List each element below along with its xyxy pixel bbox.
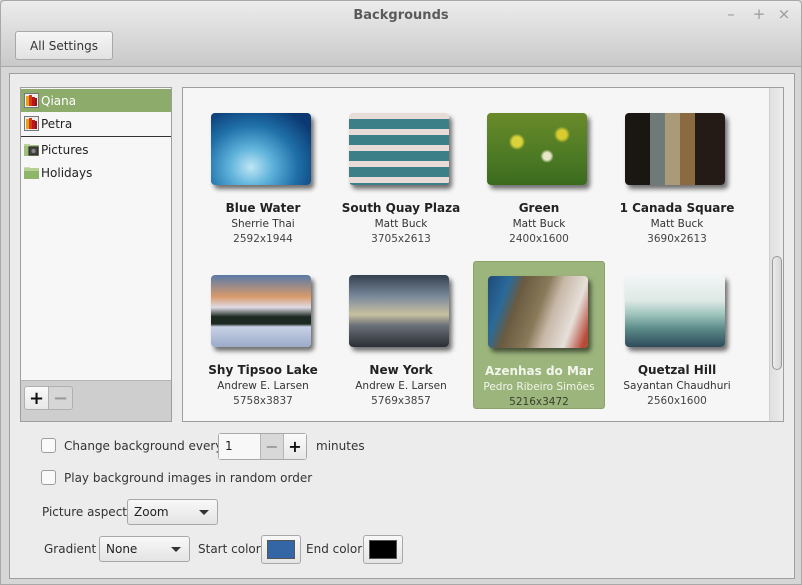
sidebar-item-qiana[interactable]: Qiana	[21, 89, 171, 112]
wallpaper-tile[interactable]: South Quay Plaza Matt Buck 3705x2613	[335, 99, 467, 247]
end-color-label: End color	[306, 542, 363, 556]
sidebar-item-petra[interactable]: Petra	[21, 112, 171, 135]
wallpaper-thumbnail	[211, 275, 311, 347]
sidebar-separator	[21, 136, 171, 137]
wallpaper-thumbnail	[488, 276, 588, 348]
wallpaper-author: Sayantan Chaudhuri	[623, 380, 731, 392]
close-button[interactable]: ×	[776, 5, 792, 23]
wallpaper-author: Matt Buck	[650, 218, 704, 230]
scrollbar-thumb[interactable]	[772, 256, 782, 370]
folder-icon	[24, 167, 39, 179]
wallpaper-name: South Quay Plaza	[341, 201, 461, 215]
interval-decrement-button[interactable]: −	[260, 434, 283, 459]
sidebar-item-label: Petra	[41, 116, 73, 131]
sidebar-item-pictures[interactable]: Pictures	[21, 138, 171, 161]
wallpaper-resolution: 3705x2613	[371, 233, 431, 245]
wallpaper-name: Green	[518, 201, 560, 215]
start-color-button[interactable]	[261, 535, 301, 564]
wallpaper-tile[interactable]: New York Andrew E. Larsen 5769x3857	[335, 261, 467, 409]
end-color-button[interactable]	[363, 535, 403, 564]
collection-sidebar: Qiana Petra Pictures Holidays	[20, 87, 172, 422]
change-background-label: Change background every	[64, 438, 223, 453]
wallpaper-collection-icon	[24, 116, 39, 131]
wallpaper-tile[interactable]: 1 Canada Square Matt Buck 3690x2613	[611, 99, 743, 247]
sidebar-item-label: Holidays	[41, 165, 93, 180]
sidebar-item-label: Qiana	[41, 93, 77, 108]
gallery-scrollbar[interactable]	[769, 88, 783, 421]
wallpaper-collection-icon	[24, 93, 39, 108]
wallpaper-tile[interactable]: Shy Tipsoo Lake Andrew E. Larsen 5758x38…	[197, 261, 329, 409]
wallpaper-name: 1 Canada Square	[619, 201, 735, 215]
start-color-swatch	[267, 540, 295, 559]
pictures-folder-icon	[24, 144, 39, 156]
chevron-down-icon	[171, 547, 181, 552]
wallpaper-resolution: 2560x1600	[647, 395, 707, 407]
random-order-option[interactable]: Play background images in random order	[41, 470, 312, 485]
wallpaper-author: Andrew E. Larsen	[217, 380, 309, 392]
wallpaper-resolution: 2400x1600	[509, 233, 569, 245]
wallpaper-author: Matt Buck	[374, 218, 428, 230]
wallpaper-author: Matt Buck	[512, 218, 566, 230]
sidebar-item-label: Pictures	[41, 142, 89, 157]
wallpaper-resolution: 5216x3472	[509, 396, 569, 408]
interval-unit-label: minutes	[316, 439, 365, 453]
maximize-button[interactable]: +	[751, 5, 767, 23]
wallpaper-thumbnail	[211, 113, 311, 185]
wallpaper-name: Quetzal Hill	[637, 363, 717, 377]
picture-aspect-value: Zoom	[134, 505, 169, 519]
wallpaper-thumbnail	[487, 113, 587, 185]
wallpaper-resolution: 5769x3857	[371, 395, 431, 407]
window-title: Backgrounds	[353, 8, 449, 23]
chevron-down-icon	[199, 510, 209, 515]
interval-stepper[interactable]: 1 − +	[218, 433, 307, 460]
wallpaper-tile[interactable]: Quetzal Hill Sayantan Chaudhuri 2560x160…	[611, 261, 743, 409]
all-settings-button[interactable]: All Settings	[15, 31, 113, 60]
interval-increment-button[interactable]: +	[283, 434, 306, 459]
gradient-label: Gradient	[44, 542, 97, 556]
random-order-checkbox[interactable]	[41, 470, 56, 485]
wallpaper-tile[interactable]: Green Matt Buck 2400x1600	[473, 99, 605, 247]
wallpaper-resolution: 2592x1944	[233, 233, 293, 245]
wallpaper-resolution: 5758x3837	[233, 395, 293, 407]
wallpaper-tile[interactable]: Blue Water Sherrie Thai 2592x1944	[197, 99, 329, 247]
change-background-checkbox[interactable]	[41, 438, 56, 453]
change-background-option[interactable]: Change background every	[41, 438, 222, 453]
end-color-swatch	[369, 540, 397, 559]
wallpaper-name: Shy Tipsoo Lake	[208, 363, 318, 377]
wallpaper-thumbnail	[625, 113, 725, 185]
content-area: Qiana Petra Pictures Holidays + − Blue W…	[9, 73, 795, 579]
random-order-label: Play background images in random order	[64, 470, 313, 485]
gradient-value: None	[106, 542, 138, 556]
minimize-button[interactable]: –	[723, 5, 739, 23]
gradient-dropdown[interactable]: None	[99, 536, 190, 562]
start-color-label: Start color	[198, 542, 261, 556]
remove-folder-button[interactable]: −	[48, 386, 73, 410]
wallpaper-thumbnail	[349, 275, 449, 347]
backgrounds-window: Backgrounds – + × All Settings Qiana Pet…	[0, 0, 802, 585]
wallpaper-name: Azenhas do Mar	[485, 364, 593, 378]
sidebar-item-holidays[interactable]: Holidays	[21, 161, 171, 184]
title-bar: Backgrounds – + × All Settings	[1, 1, 801, 67]
wallpaper-name: Blue Water	[225, 201, 301, 215]
picture-aspect-dropdown[interactable]: Zoom	[127, 499, 218, 525]
wallpaper-gallery: Blue Water Sherrie Thai 2592x1944 South …	[182, 87, 784, 422]
wallpaper-author: Sherrie Thai	[231, 218, 295, 230]
wallpaper-author: Andrew E. Larsen	[355, 380, 447, 392]
sidebar-toolbar: + −	[20, 380, 172, 422]
picture-aspect-label: Picture aspect	[42, 505, 127, 519]
wallpaper-author: Pedro Ribeiro Simões	[483, 381, 595, 393]
wallpaper-resolution: 3690x2613	[647, 233, 707, 245]
interval-input[interactable]: 1	[219, 434, 260, 459]
add-folder-button[interactable]: +	[24, 386, 49, 410]
wallpaper-tile-selected[interactable]: Azenhas do Mar Pedro Ribeiro Simões 5216…	[473, 261, 605, 409]
wallpaper-name: New York	[369, 363, 433, 377]
wallpaper-thumbnail	[349, 113, 449, 185]
wallpaper-thumbnail	[625, 275, 725, 347]
